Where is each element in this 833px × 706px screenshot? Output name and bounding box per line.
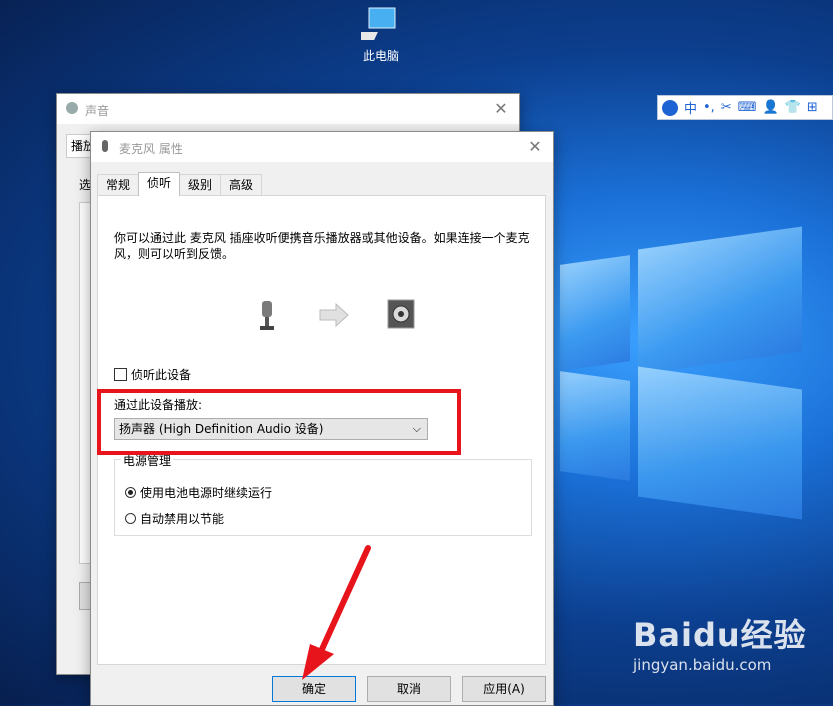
speaker-icon [66,102,78,114]
dialog-title: 麦克风 属性 [119,142,183,156]
desktop-icon-label: 此电脑 [362,49,399,63]
listen-illustration [260,299,415,330]
radio-keep-running[interactable]: 使用电池电源时继续运行 [125,484,272,501]
listen-description: 你可以通过此 麦克风 插座收听便携音乐播放器或其他设备。如果连接一个麦克风，则可… [114,231,530,261]
tab-general[interactable]: 常规 [97,174,140,196]
radio-keep-running-label: 使用电池电源时继续运行 [140,486,273,500]
listen-checkbox[interactable]: 侦听此设备 [114,366,191,383]
microphone-icon [260,301,274,330]
tab-levels[interactable]: 级别 [179,174,222,196]
radio-button[interactable] [125,513,136,524]
tab-listen[interactable]: 侦听 [138,172,181,196]
grid-icon[interactable]: ⊞ [807,100,818,115]
speaker-icon [387,299,415,329]
ime-mode-icon[interactable]: 中 [684,98,697,117]
user-icon[interactable] [662,99,678,116]
watermark-url: jingyan.baidu.com [633,656,772,674]
close-icon[interactable]: ✕ [491,99,511,119]
punctuation-icon[interactable]: •, [703,100,715,115]
sound-window-title: 声音 [85,104,110,118]
computer-icon [348,7,396,40]
microphone-icon [102,140,108,152]
dialog-tabs: 常规 侦听 级别 高级 [97,172,263,196]
person-icon[interactable]: 👤 [763,100,779,115]
tab-advanced[interactable]: 高级 [220,174,263,196]
windows-logo [560,190,833,640]
power-management-group: 电源管理 使用电池电源时继续运行 自动禁用以节能 [114,452,532,536]
radio-disable-save-label: 自动禁用以节能 [140,512,225,526]
checkbox-box[interactable] [114,368,127,381]
close-icon[interactable]: ✕ [525,137,545,157]
scissors-icon[interactable]: ✂ [721,100,732,115]
desktop-icon-this-pc[interactable]: 此电脑 [348,6,410,64]
red-arrow-annotation [302,545,371,680]
radio-button-selected[interactable] [125,487,136,498]
apply-button[interactable]: 应用(A) [462,676,546,702]
ime-toolbar[interactable]: 中 •, ✂ ⌨ 👤 👕 ⊞ [657,95,833,120]
baidu-watermark: Baidu经验 jingyan.baidu.com [633,610,807,674]
arrow-right-icon [319,302,349,328]
keyboard-icon[interactable]: ⌨ [738,100,757,115]
shirt-icon[interactable]: 👕 [785,100,801,115]
highlight-annotation-box [97,389,461,455]
listen-checkbox-label: 侦听此设备 [131,368,192,382]
radio-disable-save[interactable]: 自动禁用以节能 [125,510,224,527]
sound-window-titlebar[interactable]: 声音 ✕ [57,94,519,124]
watermark-brand: Baidu经验 [633,616,807,654]
dialog-titlebar[interactable]: 麦克风 属性 ✕ [91,132,553,162]
